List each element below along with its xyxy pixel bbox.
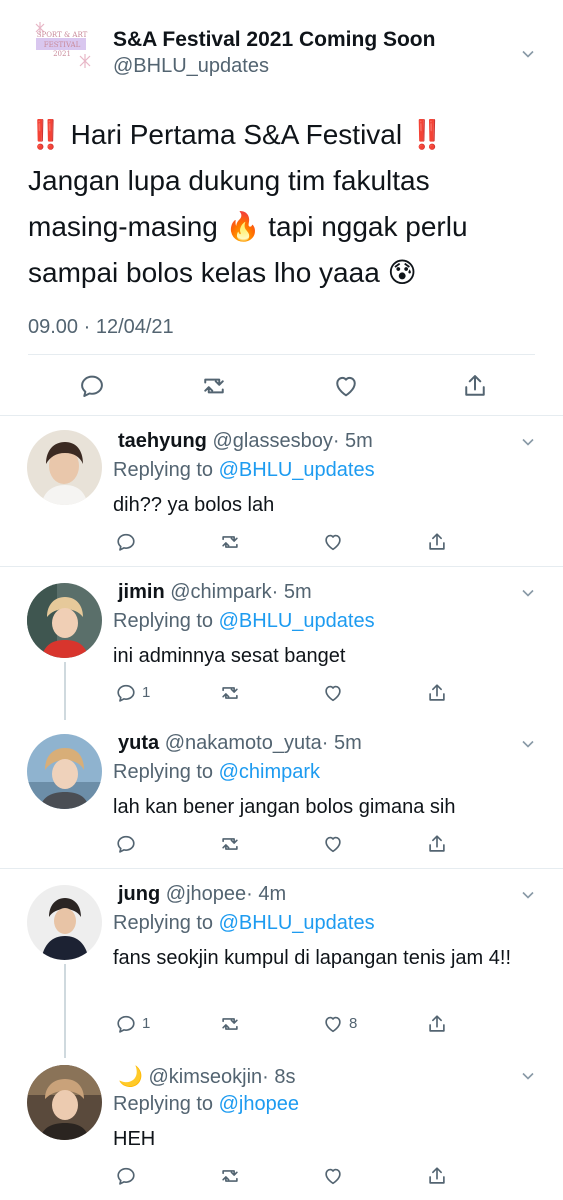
retweet-icon[interactable] bbox=[200, 372, 228, 400]
retweet-icon[interactable] bbox=[219, 833, 241, 855]
replying-to-label: Replying to bbox=[113, 761, 219, 783]
replying-to: Replying to @BHLU_updates bbox=[113, 610, 375, 633]
reply-author-name[interactable]: jimin bbox=[118, 581, 165, 603]
reply-time[interactable]: · 4m bbox=[246, 883, 286, 905]
chevron-down-icon[interactable] bbox=[521, 737, 535, 751]
avatar[interactable] bbox=[27, 583, 102, 658]
divider bbox=[28, 354, 535, 355]
logo-text-line2: FESTIVAL bbox=[44, 41, 81, 49]
reply-author-name[interactable]: 🌙 bbox=[118, 1066, 143, 1088]
main-tweet-author-handle[interactable]: @BHLU_updates bbox=[113, 55, 269, 78]
avatar[interactable] bbox=[27, 885, 102, 960]
reply-header: 🌙 @kimseokjin· 8s bbox=[118, 1064, 295, 1089]
share-icon[interactable] bbox=[426, 1165, 448, 1187]
chevron-down-icon[interactable] bbox=[521, 1069, 535, 1083]
reply-tweet[interactable]: jimin @chimpark· 5m Replying to @BHLU_up… bbox=[0, 567, 563, 720]
festival-logo-avatar[interactable]: SPORT & ART FESTIVAL 2021 bbox=[28, 20, 96, 70]
main-tweet: SPORT & ART FESTIVAL 2021 S&A Festival 2… bbox=[0, 0, 563, 415]
reply-text: lah kan bener jangan bolos gimana sih bbox=[113, 796, 456, 818]
replying-to-label: Replying to bbox=[113, 1093, 219, 1115]
reply-time[interactable]: · 5m bbox=[333, 430, 373, 452]
reply-header: yuta @nakamoto_yuta· 5m bbox=[118, 732, 362, 755]
reply-text: HEH bbox=[113, 1128, 156, 1150]
thread-connector bbox=[64, 964, 66, 1058]
like-icon[interactable] bbox=[322, 531, 344, 553]
reply-header: jimin @chimpark· 5m bbox=[118, 581, 312, 604]
reply-icon[interactable] bbox=[115, 531, 137, 553]
main-tweet-line: sampai bolos kelas lho yaaa 😰 bbox=[28, 257, 417, 288]
like-icon[interactable] bbox=[332, 372, 360, 400]
reply-author-name[interactable]: jung bbox=[118, 883, 160, 905]
replying-to-mention[interactable]: @chimpark bbox=[219, 761, 320, 783]
reply-text: ini adminnya sesat banget bbox=[113, 645, 346, 667]
reply-text: dih?? ya bolos lah bbox=[113, 494, 275, 516]
main-tweet-line: masing-masing 🔥 tapi nggak perlu bbox=[28, 211, 468, 242]
retweet-icon[interactable] bbox=[219, 1013, 241, 1035]
replying-to: Replying to @jhopee bbox=[113, 1093, 299, 1116]
like-icon[interactable] bbox=[322, 833, 344, 855]
replying-to-mention[interactable]: @BHLU_updates bbox=[219, 912, 375, 934]
logo-text-line1: SPORT & ART bbox=[37, 31, 88, 39]
share-icon[interactable] bbox=[426, 682, 448, 704]
thread-connector bbox=[64, 662, 66, 720]
reply-icon[interactable] bbox=[115, 833, 137, 855]
like-icon[interactable] bbox=[322, 1013, 344, 1035]
replying-to-label: Replying to bbox=[113, 912, 219, 934]
main-tweet-timestamp[interactable]: 09.00 · 12/04/21 bbox=[28, 316, 174, 339]
reply-header: jung @jhopee· 4m bbox=[118, 883, 286, 906]
replying-to-label: Replying to bbox=[113, 459, 219, 481]
retweet-icon[interactable] bbox=[219, 682, 241, 704]
replying-to: Replying to @chimpark bbox=[113, 761, 320, 784]
like-count: 8 bbox=[349, 1015, 358, 1032]
share-icon[interactable] bbox=[461, 372, 489, 400]
reply-tweet[interactable]: taehyung @glassesboy· 5m Replying to @BH… bbox=[0, 416, 563, 566]
reply-tweet[interactable]: yuta @nakamoto_yuta· 5m Replying to @chi… bbox=[0, 718, 563, 868]
reply-time[interactable]: · 5m bbox=[272, 581, 312, 603]
reply-author-handle[interactable]: @kimseokjin bbox=[148, 1066, 262, 1088]
reply-author-handle[interactable]: @glassesboy bbox=[212, 430, 332, 452]
replying-to-mention[interactable]: @BHLU_updates bbox=[219, 459, 375, 481]
reply-count: 1 bbox=[142, 684, 151, 701]
reply-icon[interactable] bbox=[115, 1165, 137, 1187]
retweet-icon[interactable] bbox=[219, 1165, 241, 1187]
reply-count: 1 bbox=[142, 1015, 151, 1032]
main-tweet-line: Jangan lupa dukung tim fakultas bbox=[28, 165, 430, 196]
reply-icon[interactable] bbox=[78, 372, 106, 400]
replying-to-mention[interactable]: @BHLU_updates bbox=[219, 610, 375, 632]
avatar[interactable] bbox=[27, 1065, 102, 1140]
main-tweet-line: ‼️ Hari Pertama S&A Festival ‼️ bbox=[28, 119, 445, 150]
reply-author-handle[interactable]: @chimpark bbox=[170, 581, 271, 603]
reply-time[interactable]: · 8s bbox=[262, 1066, 295, 1088]
reply-icon[interactable] bbox=[115, 1013, 137, 1035]
replying-to: Replying to @BHLU_updates bbox=[113, 912, 375, 935]
like-icon[interactable] bbox=[322, 682, 344, 704]
chevron-down-icon[interactable] bbox=[521, 888, 535, 902]
share-icon[interactable] bbox=[426, 531, 448, 553]
avatar[interactable] bbox=[27, 430, 102, 505]
reply-author-name[interactable]: taehyung bbox=[118, 430, 207, 452]
replying-to-mention[interactable]: @jhopee bbox=[219, 1093, 299, 1115]
chevron-down-icon[interactable] bbox=[521, 47, 535, 61]
reply-header: taehyung @glassesboy· 5m bbox=[118, 430, 373, 453]
reply-text: fans seokjin kumpul di lapangan tenis ja… bbox=[113, 947, 512, 969]
reply-author-handle[interactable]: @jhopee bbox=[166, 883, 246, 905]
replying-to-label: Replying to bbox=[113, 610, 219, 632]
reply-tweet[interactable]: 🌙 @kimseokjin· 8s Replying to @jhopee HE… bbox=[0, 1056, 563, 1200]
like-icon[interactable] bbox=[322, 1165, 344, 1187]
reply-time[interactable]: · 5m bbox=[322, 732, 362, 754]
chevron-down-icon[interactable] bbox=[521, 435, 535, 449]
reply-icon[interactable] bbox=[115, 682, 137, 704]
main-tweet-author-name[interactable]: S&A Festival 2021 Coming Soon bbox=[113, 28, 435, 52]
share-icon[interactable] bbox=[426, 833, 448, 855]
replying-to: Replying to @BHLU_updates bbox=[113, 459, 375, 482]
avatar[interactable] bbox=[27, 734, 102, 809]
reply-tweet[interactable]: jung @jhopee· 4m Replying to @BHLU_updat… bbox=[0, 869, 563, 1058]
share-icon[interactable] bbox=[426, 1013, 448, 1035]
chevron-down-icon[interactable] bbox=[521, 586, 535, 600]
reply-author-handle[interactable]: @nakamoto_yuta bbox=[165, 732, 322, 754]
reply-author-name[interactable]: yuta bbox=[118, 732, 159, 754]
logo-text-line3: 2021 bbox=[53, 50, 71, 58]
retweet-icon[interactable] bbox=[219, 531, 241, 553]
main-tweet-text: ‼️ Hari Pertama S&A Festival ‼️ Jangan l… bbox=[28, 112, 528, 296]
